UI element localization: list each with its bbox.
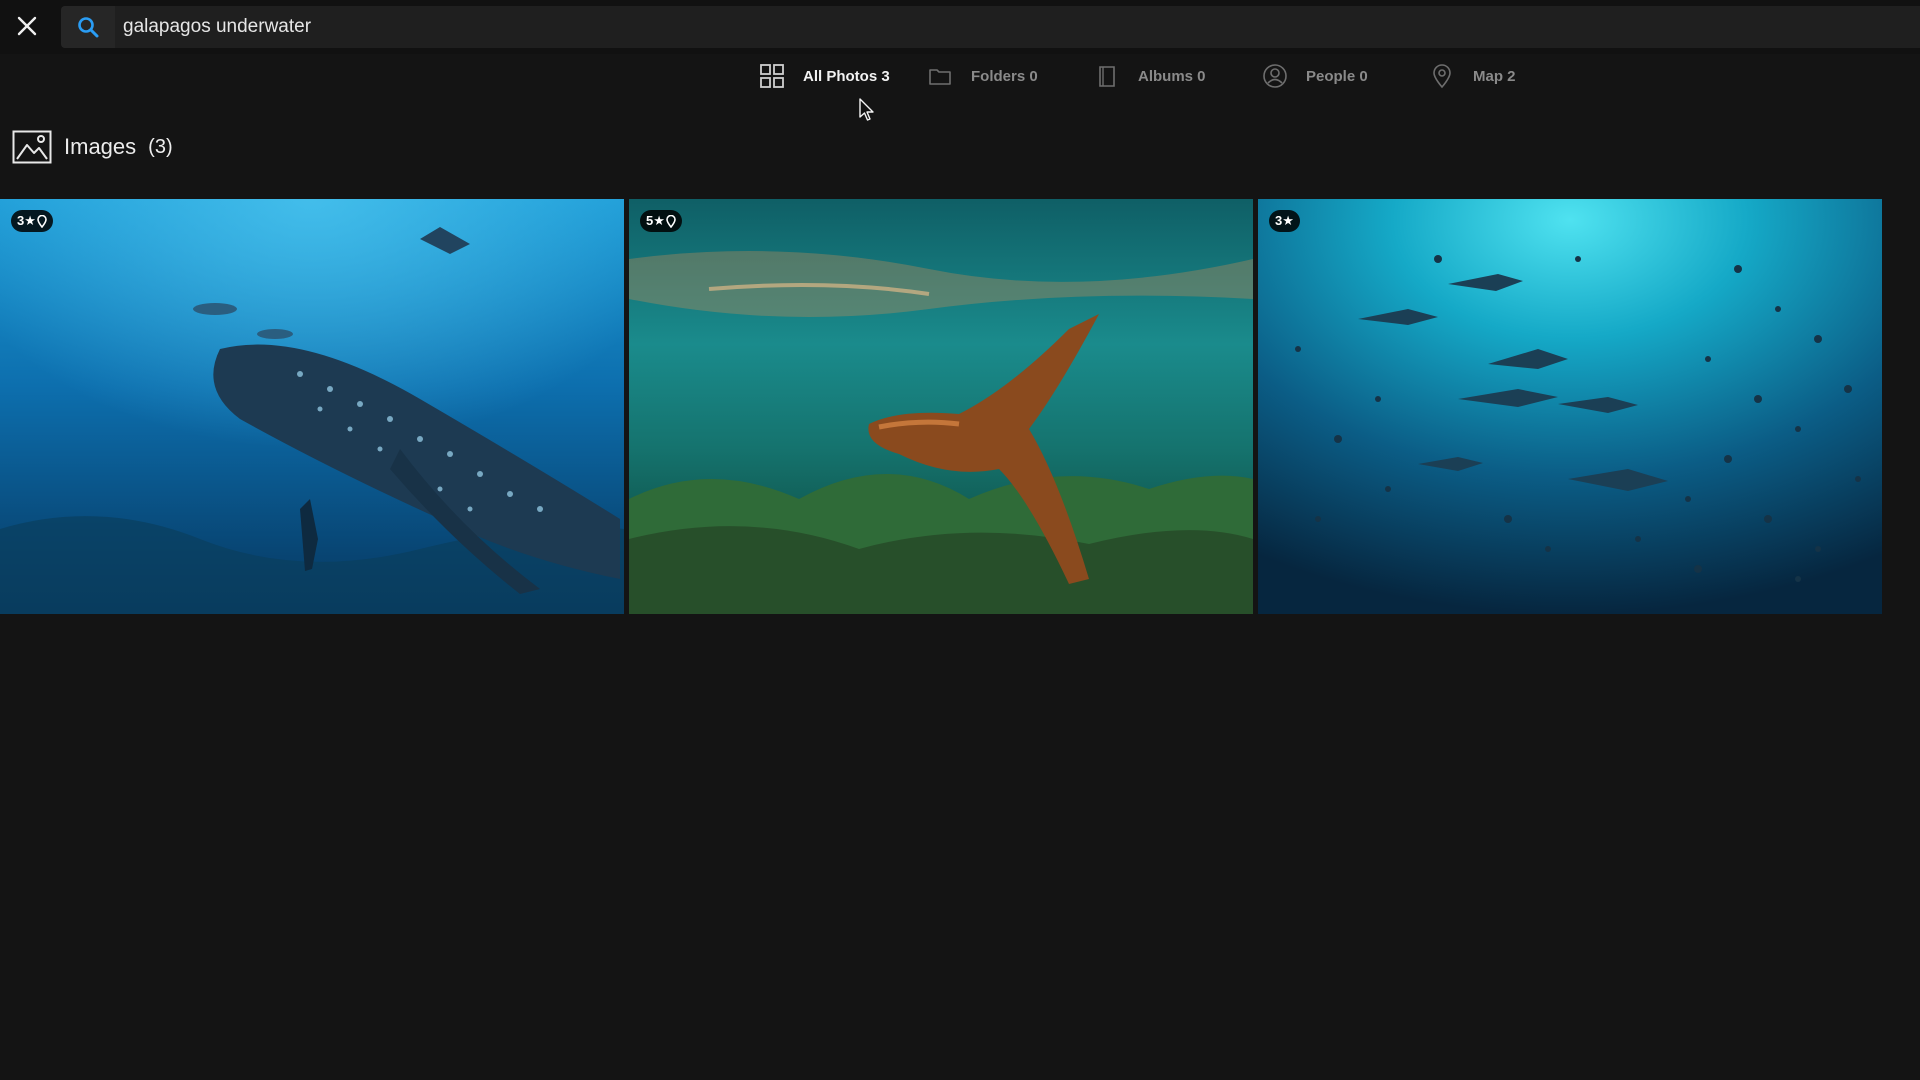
close-icon [17, 16, 37, 36]
tab-label: Map 2 [1473, 67, 1516, 85]
location-pin-icon [37, 214, 47, 228]
photo-thumbnail[interactable]: 5★ [629, 199, 1253, 614]
sea-lion-photo [629, 199, 1253, 614]
search-input[interactable] [123, 6, 1903, 48]
search-icon [78, 17, 99, 38]
tab-label: Albums 0 [1138, 67, 1206, 85]
photo-thumbnail[interactable]: 3★ [0, 199, 624, 614]
map-pin-icon [1429, 63, 1455, 89]
rating-value: 3★ [1275, 213, 1294, 228]
search-icon-button[interactable] [61, 6, 115, 48]
filter-tabs: All Photos 3 Folders 0 Albums 0 People 0 [0, 58, 1920, 94]
tab-albums[interactable]: Albums 0 [1094, 58, 1206, 94]
whale-shark-photo [0, 199, 624, 614]
section-header: Images (3) [12, 129, 173, 165]
album-icon [1094, 63, 1120, 89]
search-bar [0, 0, 1920, 54]
rating-badge: 5★ [640, 210, 682, 232]
tab-all-photos[interactable]: All Photos 3 [759, 58, 890, 94]
folder-icon [927, 63, 953, 89]
search-box [61, 6, 1920, 48]
rating-value: 5★ [646, 213, 665, 228]
rating-badge: 3★ [1269, 210, 1300, 232]
location-pin-icon [666, 214, 676, 228]
tab-map[interactable]: Map 2 [1429, 58, 1516, 94]
close-button[interactable] [8, 7, 46, 45]
rating-badge: 3★ [11, 210, 53, 232]
tab-folders[interactable]: Folders 0 [927, 58, 1038, 94]
tab-label: Folders 0 [971, 67, 1038, 85]
photo-thumbnail[interactable]: 3★ [1258, 199, 1882, 614]
section-count: (3) [148, 135, 173, 158]
rating-value: 3★ [17, 213, 36, 228]
image-icon [12, 130, 52, 164]
hammerhead-sharks-photo [1258, 199, 1882, 614]
grid-icon [759, 63, 785, 89]
tab-label: People 0 [1306, 67, 1368, 85]
mouse-pointer-icon [859, 98, 874, 121]
tab-people[interactable]: People 0 [1262, 58, 1368, 94]
tab-label: All Photos 3 [803, 67, 890, 85]
section-title: Images [64, 134, 137, 159]
person-icon [1262, 63, 1288, 89]
